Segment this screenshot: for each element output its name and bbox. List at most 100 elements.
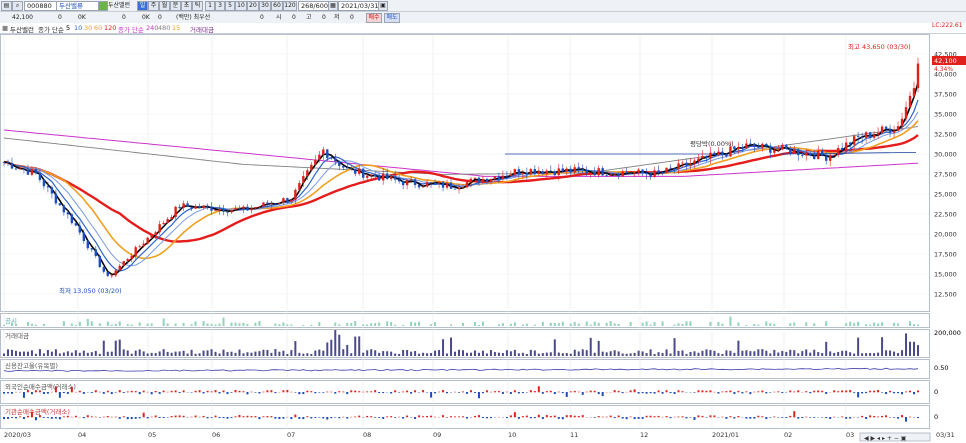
flow-bar — [382, 417, 385, 419]
candle-body — [848, 142, 852, 145]
flow-bar — [665, 416, 668, 418]
flow-bar — [46, 417, 49, 418]
candle-body — [593, 172, 596, 176]
buy-button[interactable]: 매수 — [366, 13, 382, 23]
scroll-arrows-icon[interactable]: ◀ ▶ ◂ ▸ + − ▣ — [864, 435, 906, 442]
flow-bar — [509, 392, 512, 395]
flow-bar — [717, 392, 720, 394]
sell-button[interactable]: 매도 — [384, 13, 400, 23]
flow-bar — [438, 391, 441, 393]
signal-bar — [222, 317, 225, 326]
flow-bar — [346, 392, 349, 395]
flow-bar — [485, 390, 488, 393]
minute-20[interactable]: 20 — [247, 1, 259, 11]
menu-icon[interactable]: ▤ — [1, 1, 12, 11]
candle-body — [413, 179, 417, 185]
tab-second[interactable]: 초 — [181, 1, 192, 11]
tab-day[interactable]: 일 — [137, 1, 148, 11]
flow-bar — [106, 390, 109, 393]
price-tick: 32,500 — [934, 131, 957, 139]
grid-icon[interactable]: ▦ — [328, 1, 338, 11]
calendar-icon[interactable]: ▣ — [378, 1, 388, 11]
flow-bar — [222, 417, 225, 419]
candle-body — [697, 158, 700, 161]
minute-1[interactable]: 1 — [205, 1, 215, 11]
flow-bar — [102, 416, 105, 418]
stock-code-input[interactable]: 000880 — [24, 1, 58, 11]
volume-bar — [737, 340, 740, 356]
flow-bar — [633, 417, 636, 420]
signal-bar — [78, 321, 81, 326]
flow-bar — [709, 390, 712, 393]
minute-3[interactable]: 3 — [215, 1, 225, 11]
volume-bar — [62, 352, 65, 356]
volume-bar — [266, 349, 269, 356]
flow-bar — [454, 416, 457, 418]
date-input[interactable]: 2021/03/31 — [338, 1, 380, 11]
tab-tick[interactable]: 틱 — [192, 1, 203, 11]
candle-body — [18, 168, 22, 170]
candle-body — [358, 168, 361, 174]
tab-minute[interactable]: 분 — [170, 1, 181, 11]
volume-bar — [753, 351, 756, 356]
candle-body — [385, 173, 389, 179]
candle-body — [597, 168, 600, 176]
flow-bar — [114, 392, 117, 393]
date-tick: 06 — [212, 431, 220, 439]
flow-bar — [769, 417, 772, 418]
tab-month[interactable]: 월 — [159, 1, 170, 11]
candle-body — [214, 210, 217, 212]
flow-bar — [485, 417, 488, 419]
flow-bar — [521, 416, 524, 418]
flow-bar — [837, 391, 840, 393]
minute-60[interactable]: 60 — [271, 1, 283, 11]
ohlc-0: 0 — [260, 14, 264, 21]
flow-bar — [170, 390, 173, 393]
flow-bar — [637, 392, 640, 394]
minute-120[interactable]: 120 — [283, 1, 297, 11]
flow-bar — [94, 416, 97, 418]
tab-week[interactable]: 주 — [148, 1, 159, 11]
signal-bar — [593, 321, 596, 326]
search-icon[interactable]: ⌕ — [12, 1, 23, 11]
last-price-text: 42,100 — [934, 57, 957, 65]
volume-bar — [605, 352, 608, 356]
candle-body — [765, 143, 768, 146]
flow-bar — [897, 392, 900, 394]
candle-body — [553, 171, 556, 176]
signal-bar — [370, 323, 373, 326]
flow-bar — [705, 390, 708, 393]
ohlc-high-label: 고 — [306, 14, 312, 21]
stock-search-input[interactable]: 두산밸류 — [56, 1, 100, 11]
flow-bar — [286, 390, 289, 393]
flow-bar — [641, 392, 644, 394]
signal-bar — [42, 323, 45, 326]
minute-5[interactable]: 5 — [225, 1, 235, 11]
signal-bar — [673, 324, 676, 326]
ohlc-1: 0 — [292, 14, 296, 21]
volume-bar — [234, 352, 237, 356]
minute-30[interactable]: 30 — [259, 1, 271, 11]
count-input[interactable]: 268/600 — [298, 1, 330, 11]
flow-bar — [733, 417, 736, 419]
candle-body — [326, 149, 329, 158]
candle-body — [521, 173, 525, 175]
signal-bar — [877, 323, 880, 326]
volume-bar — [194, 353, 197, 356]
flow-bar — [797, 417, 800, 419]
volume-bar — [733, 352, 736, 356]
volume-bar — [238, 349, 241, 356]
minute-10[interactable]: 10 — [235, 1, 247, 11]
candle-body — [513, 169, 517, 175]
candle-body — [50, 187, 54, 194]
volume-bar — [410, 351, 413, 356]
favorite-icon[interactable] — [98, 1, 108, 11]
legend-ma240: 240 — [146, 24, 159, 32]
legend-checkbox[interactable]: ■ — [2, 24, 8, 32]
signal-bar — [394, 324, 397, 326]
stock-chart[interactable]: 42,50040,00037,50035,00032,50030,00027,5… — [0, 34, 966, 443]
flow-bar — [62, 392, 65, 394]
signal-bar — [473, 321, 476, 326]
volume-axis-label: 200,000 — [934, 329, 961, 337]
volume-bar — [865, 353, 868, 356]
